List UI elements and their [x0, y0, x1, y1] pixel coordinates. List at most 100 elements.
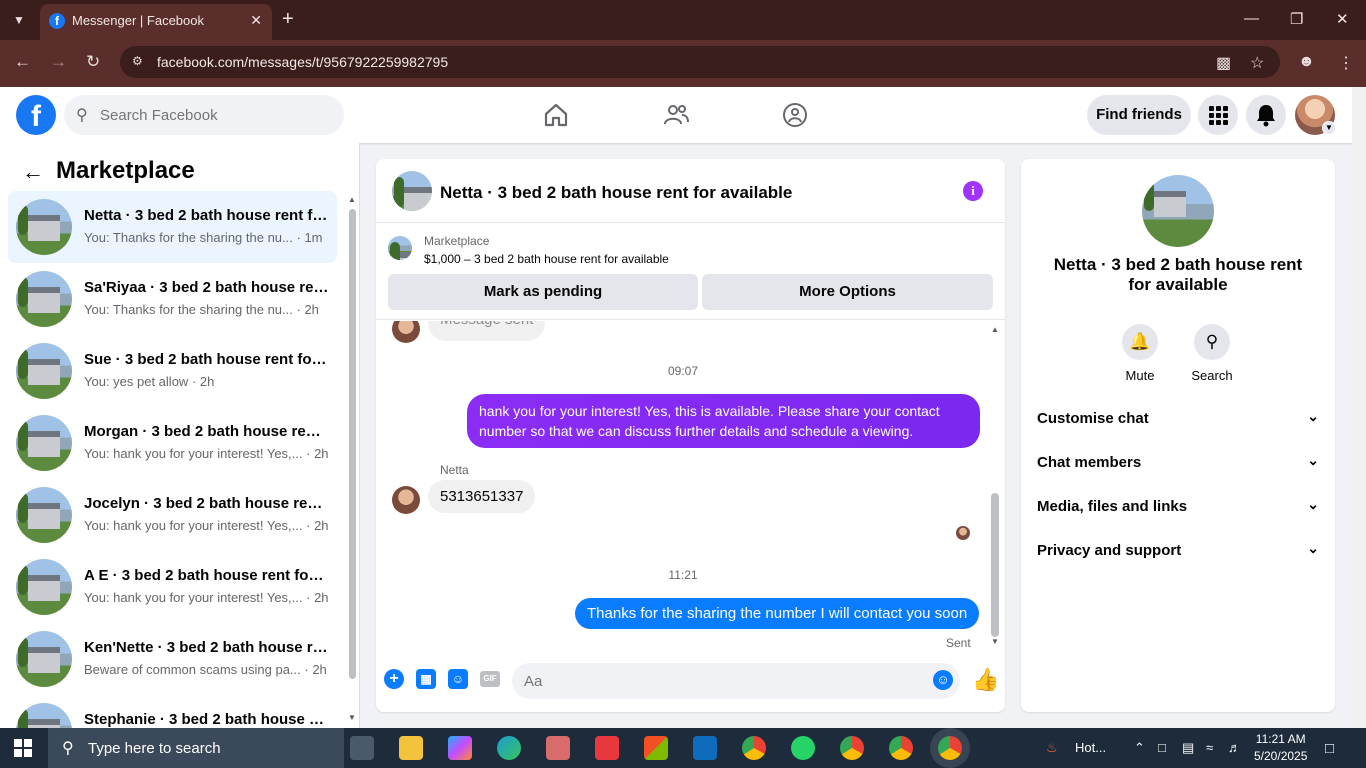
conversation-item[interactable]: Ken'Nette · 3 bed 2 bath house rent for … [8, 623, 337, 695]
chat-title[interactable]: Netta · 3 bed 2 bath house rent for avai… [440, 183, 792, 203]
thermometer-icon: ♨ [1046, 740, 1058, 755]
mark-as-pending-button[interactable]: Mark as pending [388, 274, 698, 310]
customise-chat-row[interactable]: Customise chat ⌄ [1037, 398, 1319, 442]
mute-button[interactable]: 🔔 Mute [1110, 324, 1170, 383]
reload-icon[interactable]: ↻ [86, 52, 100, 72]
profile-icon[interactable]: ☻ [1298, 53, 1315, 71]
file-explorer-icon[interactable] [399, 736, 423, 760]
sticker-icon[interactable]: ☺ [448, 669, 468, 689]
find-friends-button[interactable]: Find friends [1087, 95, 1191, 135]
bookmark-star-icon[interactable]: ☆ [1250, 53, 1264, 73]
forward-icon[interactable]: → [50, 52, 67, 72]
bell-icon [1257, 105, 1275, 127]
chrome-profile-icon[interactable] [889, 736, 913, 760]
info-icon[interactable]: i [963, 181, 983, 201]
conversation-item[interactable]: Netta · 3 bed 2 bath house rent for avai… [8, 191, 337, 263]
chat-members-row[interactable]: Chat members ⌄ [1037, 442, 1319, 486]
listing-thumbnail [16, 343, 72, 399]
more-options-button[interactable]: More Options [702, 274, 993, 310]
conversation-item[interactable]: Jocelyn · 3 bed 2 bath house rent for av… [8, 479, 337, 551]
page-scrollbar[interactable] [1352, 87, 1366, 728]
task-view-icon[interactable] [350, 736, 374, 760]
listing-price-title[interactable]: $1,000 – 3 bed 2 bath house rent for ava… [424, 252, 669, 266]
notifications-button[interactable] [1246, 95, 1286, 135]
listing-thumbnail [16, 703, 72, 728]
plus-icon[interactable]: + [384, 669, 404, 689]
home-icon[interactable] [542, 101, 570, 129]
search-box[interactable]: ⚲ [64, 95, 344, 135]
message-scroll-thumb[interactable] [991, 493, 999, 637]
chrome-profile-icon[interactable] [840, 736, 864, 760]
thumbs-up-icon[interactable]: 👍 [972, 667, 999, 693]
taskbar-search[interactable]: ⚲ Type here to search [48, 728, 344, 768]
listing-thumbnail [16, 559, 72, 615]
timestamp: 09:07 [667, 364, 699, 378]
groups-icon[interactable] [781, 101, 809, 129]
conversation-item[interactable]: A E · 3 bed 2 bath house rent for availa… [8, 551, 337, 623]
tray-device-icon[interactable]: □ [1158, 740, 1166, 755]
back-icon[interactable]: ← [14, 52, 31, 72]
store-icon[interactable] [644, 736, 668, 760]
site-info-icon[interactable]: ⚙ [132, 54, 143, 68]
search-label: Search [1191, 368, 1233, 383]
scroll-down-icon[interactable]: ▼ [348, 713, 356, 722]
chevron-down-icon: ⌄ [1307, 408, 1319, 424]
menu-button[interactable] [1198, 95, 1238, 135]
conversation-name: Morgan · 3 bed 2 bath house rent for ava… [84, 423, 329, 440]
media-files-links-row[interactable]: Media, files and links ⌄ [1037, 486, 1319, 530]
facebook-logo-icon[interactable]: f [16, 95, 56, 135]
tab-title: Messenger | Facebook [72, 13, 204, 28]
seen-avatar [956, 526, 970, 540]
scroll-down-icon[interactable]: ▼ [991, 637, 999, 646]
gif-icon[interactable]: GIF [480, 671, 500, 687]
anydesk-icon[interactable] [595, 736, 619, 760]
clock[interactable]: 11:21 AM 5/20/2025 [1254, 731, 1307, 765]
browser-tab[interactable]: f Messenger | Facebook ✕ [40, 4, 272, 40]
chrome-active-icon[interactable] [938, 736, 962, 760]
windows-taskbar: ⚲ Type here to search ♨ Hot... ⌃ □ ▤ ≈ ♬… [0, 728, 1366, 768]
window-close-icon[interactable]: ✕ [1336, 10, 1349, 28]
message-scrollbar[interactable]: ▲ ▼ [990, 325, 1000, 647]
whatsapp-icon[interactable] [791, 736, 815, 760]
notification-center-icon[interactable]: □ [1325, 740, 1334, 757]
chat-listing-thumbnail[interactable] [392, 171, 432, 211]
edge-icon[interactable] [497, 736, 521, 760]
scroll-up-icon[interactable]: ▲ [991, 325, 999, 334]
search-button[interactable]: ⚲ Search [1182, 324, 1242, 383]
tray-camera-icon[interactable]: ▤ [1182, 740, 1194, 756]
weather-text[interactable]: Hot... [1075, 740, 1106, 755]
volume-icon[interactable]: ♬ [1228, 740, 1241, 755]
browser-menu-icon[interactable]: ⋮ [1338, 53, 1354, 73]
friends-icon[interactable] [662, 101, 690, 129]
minimize-icon[interactable]: — [1244, 10, 1259, 27]
facebook-header: f ⚲ Find friends ▼ [0, 87, 1352, 143]
conversation-item[interactable]: Sue · 3 bed 2 bath house rent for availa… [8, 335, 337, 407]
url-field[interactable]: ⚙ facebook.com/messages/t/95679222599827… [120, 46, 1280, 78]
privacy-support-row[interactable]: Privacy and support ⌄ [1037, 530, 1319, 574]
tab-close-icon[interactable]: ✕ [250, 12, 262, 29]
wifi-icon[interactable]: ≈ [1206, 740, 1213, 755]
install-app-icon[interactable]: ▩ [1216, 53, 1231, 73]
account-chevron-down-icon[interactable]: ▼ [1322, 121, 1336, 135]
restore-icon[interactable]: ❐ [1290, 10, 1303, 28]
windows-start-icon[interactable] [14, 739, 32, 757]
conversation-item[interactable]: Sa'Riyaa · 3 bed 2 bath house rent for a… [8, 263, 337, 335]
conversation-item[interactable]: Morgan · 3 bed 2 bath house rent for ava… [8, 407, 337, 479]
sidebar-scrollbar[interactable]: ▲ ▼ [347, 195, 357, 725]
tray-chevron-up-icon[interactable]: ⌃ [1134, 740, 1145, 756]
search-input[interactable] [100, 95, 330, 135]
chrome-icon[interactable] [742, 736, 766, 760]
new-tab-icon[interactable]: + [282, 8, 294, 30]
outlook-icon[interactable] [693, 736, 717, 760]
message-input[interactable] [512, 663, 960, 699]
copilot-icon[interactable] [448, 736, 472, 760]
conversation-preview: You: hank you for your interest! Yes,...… [84, 518, 329, 533]
back-arrow-icon[interactable]: ← [22, 159, 44, 185]
app-icon[interactable] [546, 736, 570, 760]
conversation-item[interactable]: Stephanie · 3 bed 2 bath house rent for … [8, 695, 337, 728]
scroll-up-icon[interactable]: ▲ [348, 195, 356, 204]
photo-icon[interactable]: ▦ [416, 669, 436, 689]
emoji-icon[interactable]: ☺ [933, 670, 953, 690]
tab-search-icon[interactable]: ▼ [8, 9, 30, 31]
sidebar-scroll-thumb[interactable] [349, 209, 356, 679]
